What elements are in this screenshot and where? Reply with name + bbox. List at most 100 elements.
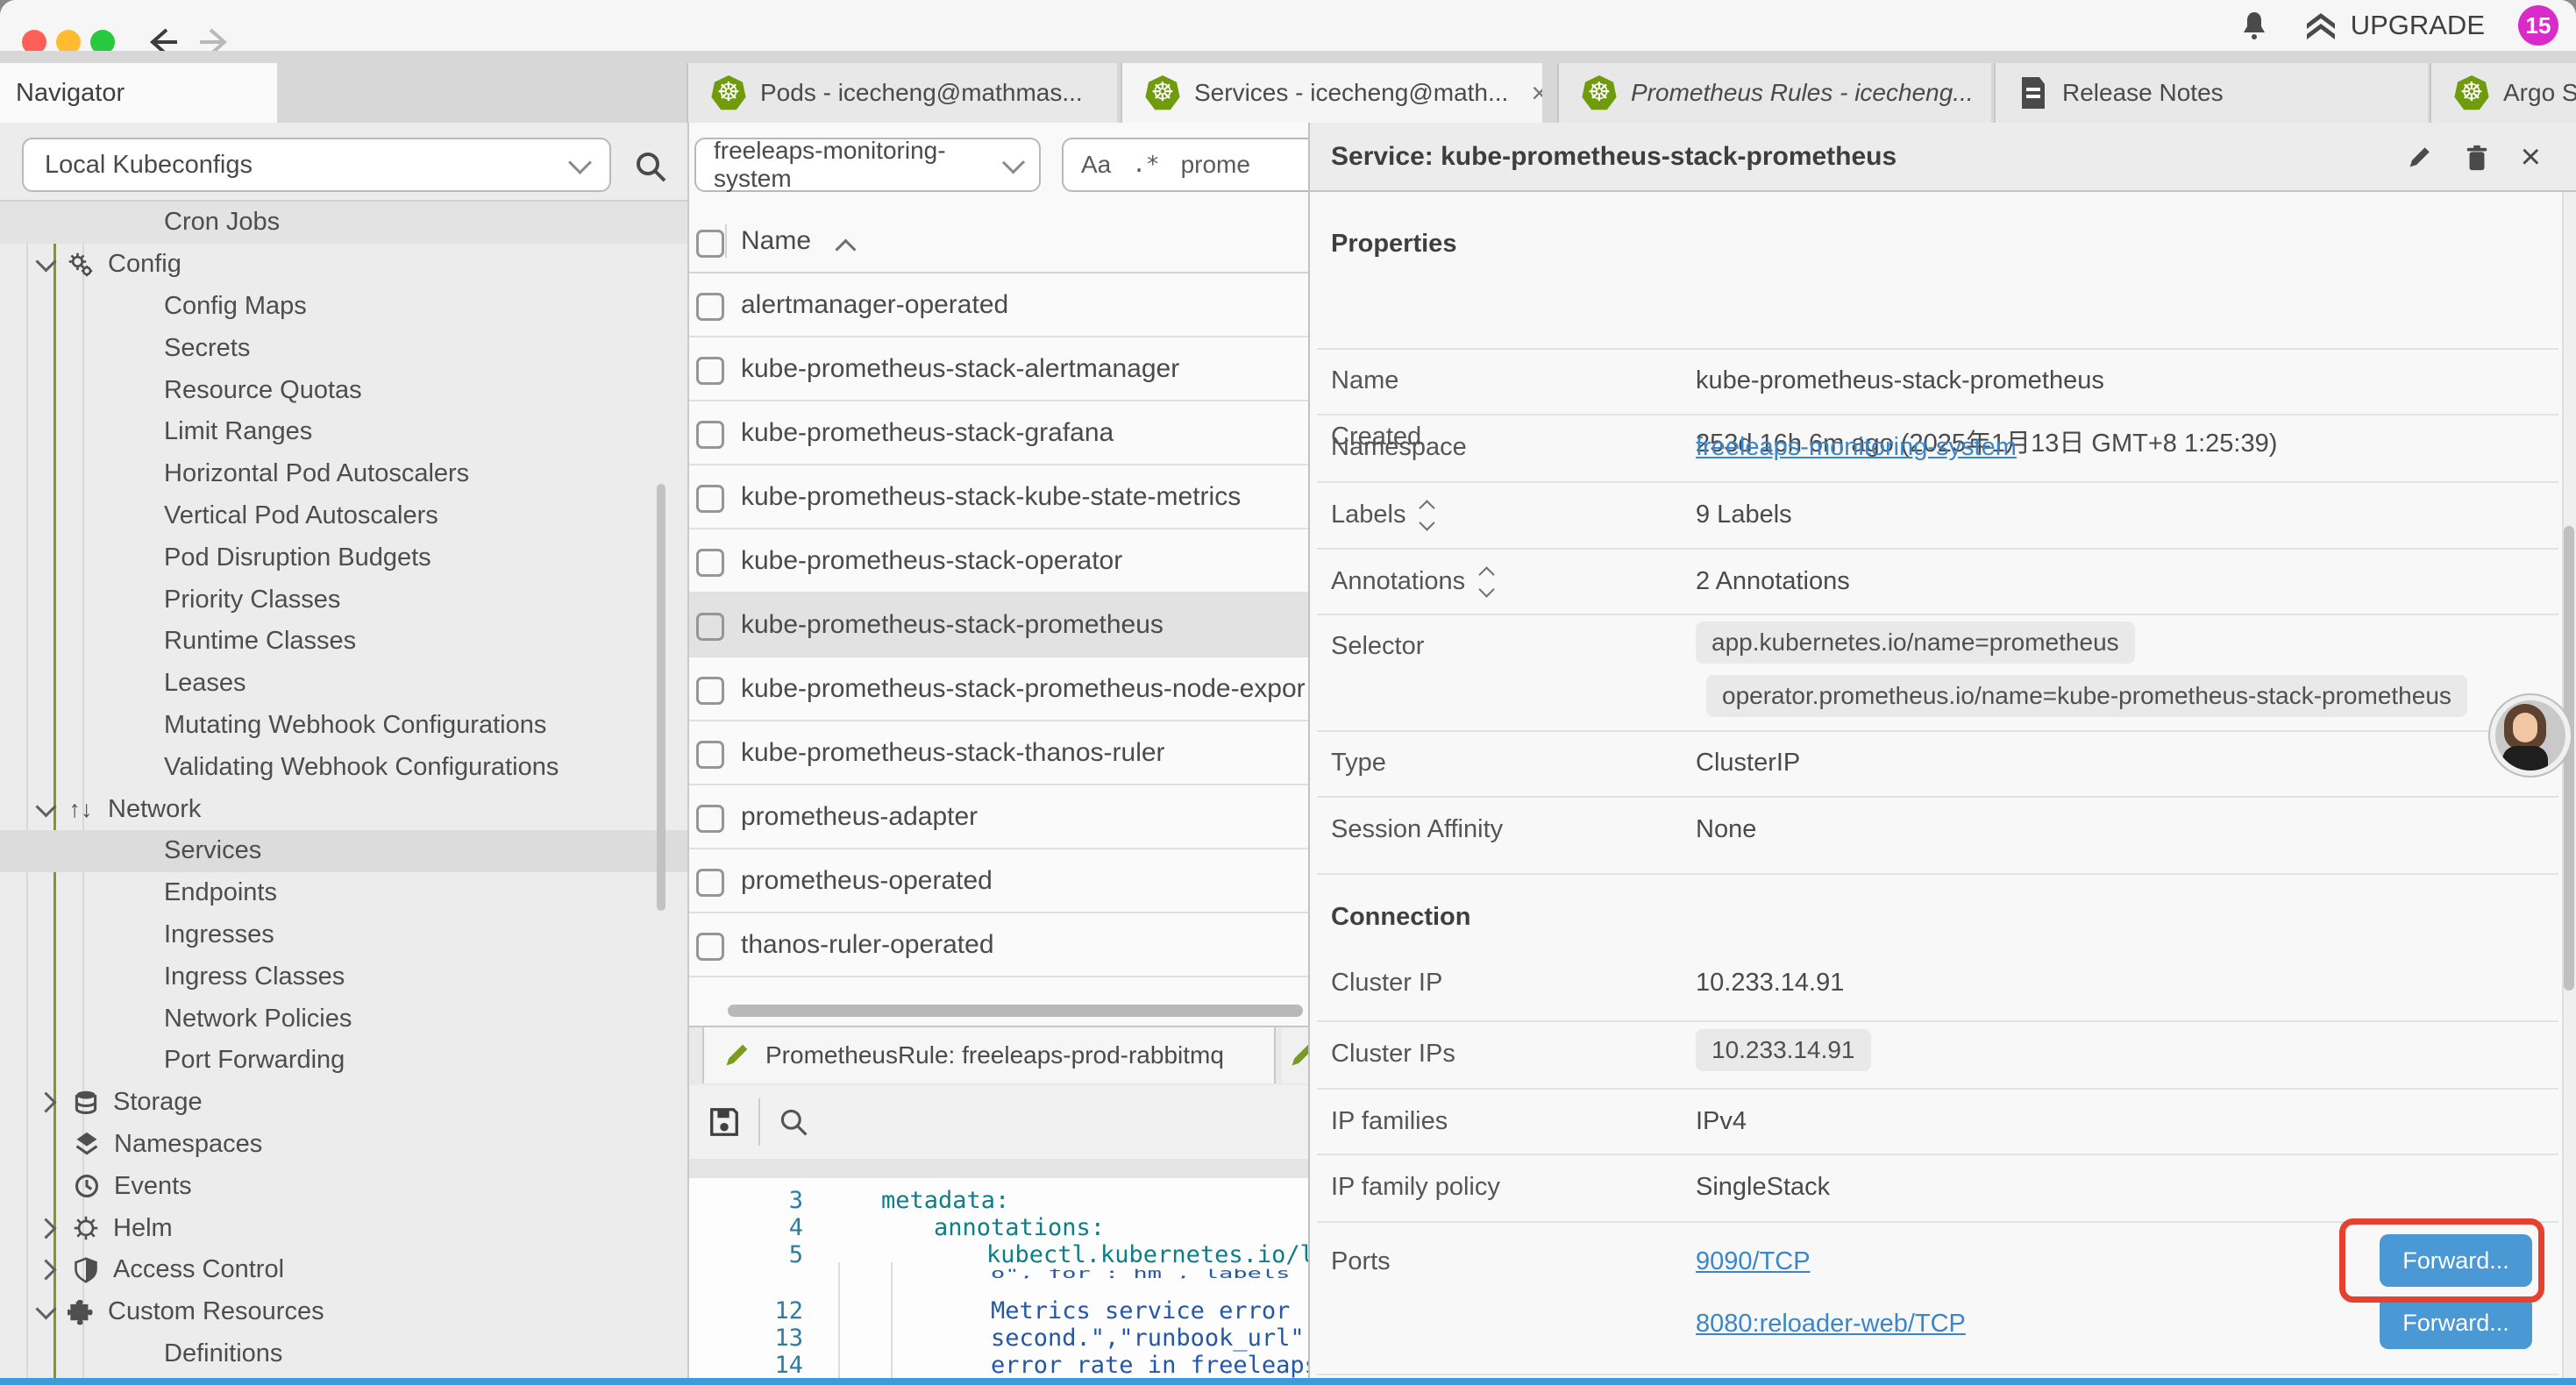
upgrade-button[interactable]: UPGRADE: [2303, 8, 2485, 43]
properties-heading: Properties: [1331, 230, 1456, 259]
column-header-name[interactable]: Name: [741, 226, 811, 256]
sidebar-item-definitions[interactable]: Definitions: [0, 1333, 689, 1375]
row-checkbox[interactable]: [696, 421, 724, 449]
sidebar-item-limit-ranges[interactable]: Limit Ranges: [0, 411, 689, 453]
forward-button-8080[interactable]: Forward...: [2380, 1296, 2532, 1349]
sidebar-item-validating-webhook-configurations[interactable]: Validating Webhook Configurations: [0, 746, 689, 788]
sidebar-item-cron-jobs[interactable]: Cron Jobs: [0, 202, 689, 244]
editor-toolbar: [689, 1085, 1308, 1159]
sidebar-item-ingress-classes[interactable]: Ingress Classes: [0, 955, 689, 998]
bell-icon[interactable]: [2238, 10, 2270, 41]
detail-header: Service: kube-prometheus-stack-prometheu…: [1310, 123, 2576, 192]
sidebar-item-config-maps[interactable]: Config Maps: [0, 286, 689, 328]
sidebar-item-events[interactable]: Events: [0, 1165, 689, 1207]
sidebar-group-network[interactable]: ↑↓ Network: [0, 788, 689, 830]
table-row[interactable]: kube-prometheus-stack-prometheus-node-ex…: [689, 657, 1308, 721]
regex-toggle[interactable]: .*: [1132, 152, 1159, 178]
table-row[interactable]: thanos-ruler-operated: [689, 913, 1308, 977]
sidebar-item-horizontal-pod-autoscalers[interactable]: Horizontal Pod Autoscalers: [0, 453, 689, 495]
save-icon[interactable]: [708, 1105, 741, 1139]
table-row[interactable]: kube-prometheus-stack-kube-state-metrics: [689, 465, 1308, 529]
row-checkbox[interactable]: [696, 869, 724, 897]
table-row[interactable]: kube-prometheus-stack-thanos-ruler: [689, 721, 1308, 785]
list-search-input[interactable]: Aa .* prome: [1062, 138, 1308, 192]
kubernetes-icon: ☸: [711, 75, 746, 110]
sidebar-item-runtime-classes[interactable]: Runtime Classes: [0, 621, 689, 663]
sidebar-group-custom-resources[interactable]: Custom Resources: [0, 1291, 689, 1333]
divider: [1317, 1088, 2558, 1090]
notification-badge[interactable]: 15: [2518, 5, 2558, 46]
user-avatar[interactable]: [2490, 695, 2571, 776]
kubeconfig-dropdown[interactable]: Local Kubeconfigs: [22, 138, 611, 192]
tab-services[interactable]: ☸ Services - icecheng@math... ×: [1121, 63, 1542, 123]
row-checkbox[interactable]: [696, 549, 724, 577]
divider: [1317, 796, 2558, 798]
sidebar-item-resource-quotas[interactable]: Resource Quotas: [0, 369, 689, 411]
sidebar-item-vertical-pod-autoscalers[interactable]: Vertical Pod Autoscalers: [0, 495, 689, 537]
sidebar-search-icon[interactable]: [633, 149, 668, 184]
yaml-editor[interactable]: 3 metadata: 4 annotations: 5 kubectl.kub…: [689, 1178, 1308, 1385]
match-case-toggle[interactable]: Aa: [1081, 151, 1111, 179]
namespace-dropdown[interactable]: freeleaps-monitoring-system: [694, 138, 1041, 192]
close-panel-icon[interactable]: ×: [2521, 138, 2541, 177]
sidebar-item-ingresses[interactable]: Ingresses: [0, 914, 689, 956]
edit-icon[interactable]: [2405, 144, 2433, 172]
editor-search-icon[interactable]: [778, 1106, 809, 1138]
kubernetes-icon: ☸: [1145, 75, 1180, 110]
table-row[interactable]: prometheus-adapter: [689, 785, 1308, 849]
port-link-9090[interactable]: 9090/TCP: [1696, 1247, 1811, 1276]
row-checkbox[interactable]: [696, 485, 724, 513]
tab-release-notes[interactable]: Release Notes: [1994, 63, 2428, 123]
row-checkbox[interactable]: [696, 293, 724, 321]
sidebar-item-pod-disruption-budgets[interactable]: Pod Disruption Budgets: [0, 536, 689, 579]
sidebar-group-storage[interactable]: Storage: [0, 1082, 689, 1124]
chevron-down-icon: [35, 1299, 56, 1320]
table-row[interactable]: alertmanager-operated: [689, 273, 1308, 337]
editor-tab-prometheusrule[interactable]: PrometheusRule: freeleaps-prod-rabbitmq: [702, 1027, 1276, 1083]
sidebar-scrollbar[interactable]: [657, 484, 665, 911]
divider: [1317, 1374, 2558, 1375]
expand-collapse-icon[interactable]: [1421, 502, 1433, 529]
sidebar-group-helm[interactable]: Helm: [0, 1207, 689, 1249]
expand-collapse-icon[interactable]: [1481, 569, 1492, 595]
row-checkbox[interactable]: [696, 677, 724, 705]
name-value: kube-prometheus-stack-prometheus: [1696, 366, 2104, 395]
sidebar-item-priority-classes[interactable]: Priority Classes: [0, 579, 689, 621]
table-row[interactable]: kube-prometheus-stack-operator: [689, 529, 1308, 593]
tab-pods[interactable]: ☸ Pods - icecheng@mathmas...: [687, 63, 1117, 123]
row-checkbox[interactable]: [696, 613, 724, 641]
sidebar-item-port-forwarding[interactable]: Port Forwarding: [0, 1040, 689, 1082]
delete-icon[interactable]: [2463, 144, 2491, 172]
sidebar-item-mutating-webhook-configurations[interactable]: Mutating Webhook Configurations: [0, 705, 689, 747]
namespace-link[interactable]: freeleaps-monitoring-system: [1696, 433, 2017, 462]
select-all-checkbox[interactable]: [696, 230, 724, 258]
sidebar-group-access-control[interactable]: Access Control: [0, 1249, 689, 1291]
sidebar-item-secrets[interactable]: Secrets: [0, 327, 689, 369]
sidebar-item-leases[interactable]: Leases: [0, 663, 689, 705]
sidebar-item-network-policies[interactable]: Network Policies: [0, 998, 689, 1040]
labels-label: Labels: [1331, 501, 1433, 529]
tab-argo[interactable]: ☸ Argo Se: [2430, 63, 2576, 123]
table-row-selected[interactable]: kube-prometheus-stack-prometheus: [689, 593, 1308, 657]
table-row[interactable]: kube-prometheus-stack-alertmanager: [689, 337, 1308, 401]
close-tab-icon[interactable]: ×: [1531, 77, 1542, 110]
table-row[interactable]: kube-prometheus-stack-grafana: [689, 401, 1308, 465]
sort-ascending-icon[interactable]: [835, 238, 856, 259]
row-checkbox[interactable]: [696, 933, 724, 961]
detail-scrollbar-thumb[interactable]: [2564, 526, 2574, 991]
editor-tab-partial[interactable]: [1282, 1027, 1308, 1083]
table-row[interactable]: prometheus-operated: [689, 849, 1308, 913]
sidebar-item-namespaces[interactable]: Namespaces: [0, 1124, 689, 1166]
row-checkbox[interactable]: [696, 805, 724, 833]
navigator-panel-tab[interactable]: Navigator: [0, 63, 277, 123]
sidebar-item-endpoints[interactable]: Endpoints: [0, 872, 689, 914]
window-bottom-accent: [0, 1378, 2576, 1385]
row-checkbox[interactable]: [696, 357, 724, 385]
horizontal-scrollbar[interactable]: [728, 1005, 1303, 1017]
sidebar-item-services[interactable]: Services: [0, 830, 689, 872]
tab-prometheus-rules[interactable]: ☸ Prometheus Rules - icecheng...: [1557, 63, 1991, 123]
port-link-8080[interactable]: 8080:reloader-web/TCP: [1696, 1310, 1966, 1339]
sidebar-group-config[interactable]: Config: [0, 244, 689, 286]
pencil-icon: [723, 1042, 750, 1069]
row-checkbox[interactable]: [696, 741, 724, 769]
